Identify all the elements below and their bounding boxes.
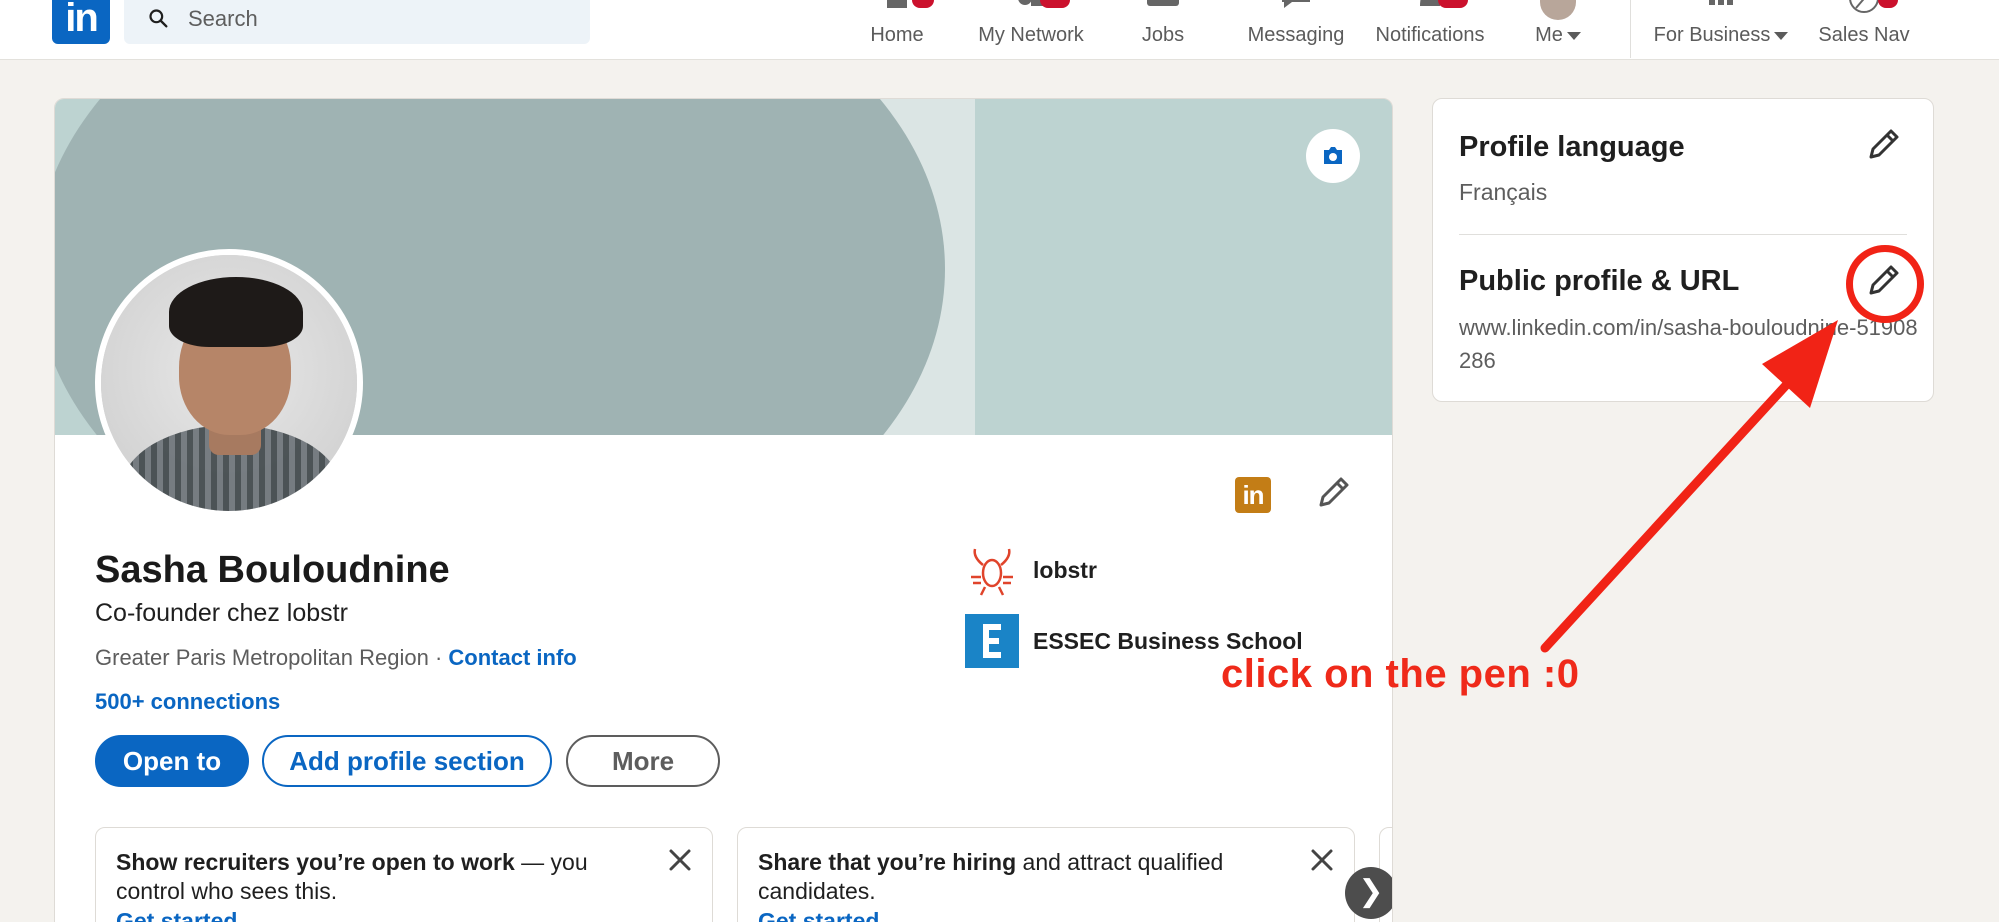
nav-messaging-label: Messaging <box>1247 24 1345 46</box>
notification-badge <box>912 0 934 8</box>
camera-icon <box>1324 147 1342 164</box>
edit-banner-button[interactable] <box>1306 129 1360 183</box>
profile-location: Greater Paris Metropolitan Region <box>95 645 429 670</box>
org-essec-name: ESSEC Business School <box>1033 628 1303 654</box>
promo-bold: Share that you’re hiring <box>758 849 1017 875</box>
nav-business-text: For Business <box>1653 24 1771 46</box>
separator: · <box>428 645 449 670</box>
annotation-text: click on the pen :0 <box>1221 652 1580 696</box>
connections-link[interactable]: 500+ connections <box>95 689 280 715</box>
nav-me-text: Me <box>1535 24 1563 46</box>
nav-messaging[interactable]: Messaging <box>1242 0 1350 60</box>
nav-for-business[interactable]: For Business <box>1648 0 1794 60</box>
nav-notifications[interactable]: Notifications <box>1368 0 1492 60</box>
chevron-down-icon <box>1566 31 1581 40</box>
nav-divider <box>1630 0 1631 58</box>
carousel-next-button[interactable]: ❯ <box>1345 867 1392 919</box>
photo-hair <box>169 277 303 347</box>
nav-me[interactable]: Me <box>1528 0 1588 60</box>
divider <box>1459 234 1907 235</box>
profile-location-line: Greater Paris Metropolitan Region · Cont… <box>95 645 577 671</box>
linkedin-badge[interactable]: in <box>1235 477 1271 513</box>
get-started-link[interactable]: Get started <box>758 908 879 922</box>
search-icon <box>149 9 168 28</box>
profile-card: in Sasha Bouloudnine Co-founder chez lob… <box>54 98 1393 922</box>
promo-bold: Show recruiters you’re open to work <box>116 849 515 875</box>
lobster-icon <box>971 548 1013 596</box>
nav-sales-label: Sales Nav <box>1818 24 1910 46</box>
promo-text: Show recruiters you’re open to work — yo… <box>116 848 596 906</box>
nav-sales-nav[interactable]: Sales Nav <box>1812 0 1916 60</box>
annotation-circle <box>1846 245 1924 323</box>
public-profile-title: Public profile & URL <box>1459 265 1740 297</box>
profile-headline: Co-founder chez lobstr <box>95 599 348 627</box>
close-icon[interactable] <box>666 846 694 874</box>
nav-home[interactable]: Home <box>860 0 934 60</box>
chevron-down-icon <box>1774 31 1789 40</box>
more-button[interactable]: More <box>566 735 720 787</box>
profile-name: Sasha Bouloudnine <box>95 549 450 591</box>
search-input[interactable] <box>188 6 568 32</box>
nav-home-label: Home <box>870 24 924 46</box>
nav-jobs-label: Jobs <box>1141 24 1185 46</box>
jobs-icon <box>1147 0 1179 6</box>
profile-language-title: Profile language <box>1459 131 1685 163</box>
close-icon[interactable] <box>1308 846 1336 874</box>
notification-badge <box>1040 0 1070 8</box>
nav-network-label: My Network <box>978 24 1084 46</box>
add-profile-section-button[interactable]: Add profile section <box>262 735 552 787</box>
notification-badge <box>1438 0 1468 8</box>
org-lobstr-name: lobstr <box>1033 557 1097 583</box>
open-to-work-promo: Show recruiters you’re open to work — yo… <box>95 827 713 922</box>
search-bar[interactable] <box>124 0 590 44</box>
home-icon <box>887 0 907 8</box>
profile-language-value: Français <box>1459 179 1548 205</box>
nav-notifications-label: Notifications <box>1375 24 1485 46</box>
messaging-icon <box>1282 0 1310 8</box>
edit-language-pencil-icon[interactable] <box>1863 125 1903 165</box>
notification-badge <box>1878 0 1898 8</box>
essec-logo <box>965 614 1019 668</box>
profile-photo[interactable] <box>95 249 363 517</box>
hiring-promo: Share that you’re hiring and attract qua… <box>737 827 1355 922</box>
nav-business-label: For Business <box>1648 24 1794 47</box>
essec-logo-mark <box>983 624 1001 658</box>
edit-intro-pencil-icon[interactable] <box>1313 473 1353 513</box>
compass-icon <box>1849 0 1879 13</box>
grid-icon <box>1709 0 1733 5</box>
open-to-button[interactable]: Open to <box>95 735 249 787</box>
public-profile-url: www.linkedin.com/in/sasha-bouloudnine-51… <box>1459 315 1918 373</box>
top-nav: in Home My Network Jobs Messaging Notifi… <box>0 0 1999 60</box>
avatar <box>1540 0 1576 20</box>
nav-my-network[interactable]: My Network <box>970 0 1092 60</box>
linkedin-logo[interactable]: in <box>52 0 110 44</box>
nav-jobs[interactable]: Jobs <box>1130 0 1196 60</box>
nav-me-label: Me <box>1528 24 1588 47</box>
contact-info-link[interactable]: Contact info <box>448 645 576 670</box>
promo-text: Share that you’re hiring and attract qua… <box>758 848 1238 906</box>
get-started-link[interactable]: Get started <box>116 908 237 922</box>
profile-settings-card: Profile language Français Public profile… <box>1432 98 1934 402</box>
